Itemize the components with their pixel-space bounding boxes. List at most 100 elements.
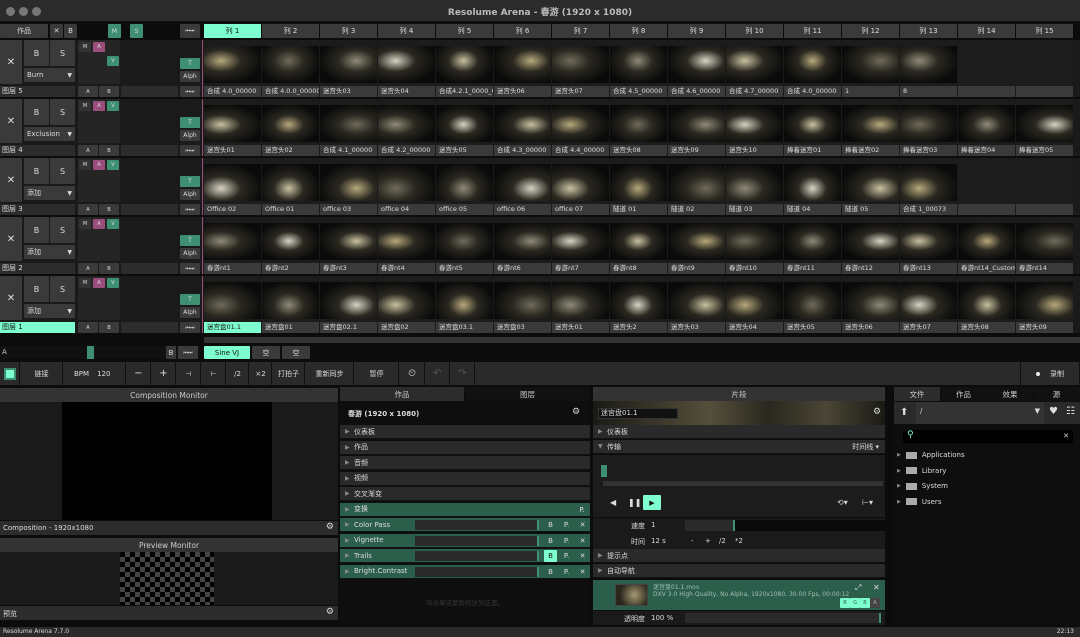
remove-effect-button[interactable]: ✕: [576, 550, 589, 562]
tap-button[interactable]: 打拍子: [273, 362, 305, 385]
layer-a-button[interactable]: A: [78, 145, 98, 156]
clip-slot[interactable]: 迷宫头01: [204, 99, 261, 156]
clip-slot[interactable]: 迷宫盘03.1: [436, 276, 493, 333]
layer-nav-button[interactable]: ⏮⏭: [180, 263, 200, 274]
mute-button[interactable]: M: [79, 219, 91, 229]
solo-layer-button[interactable]: S: [50, 40, 75, 66]
clip-slot[interactable]: [958, 40, 1015, 97]
audio-button[interactable]: A: [93, 42, 105, 52]
autopilot-section[interactable]: ▶ 自动导航: [593, 564, 885, 578]
effect-slider[interactable]: [415, 535, 539, 546]
layer-b-button[interactable]: B: [99, 86, 119, 97]
clip-slot[interactable]: 8: [900, 40, 957, 97]
half-bpm-button[interactable]: /2: [227, 362, 249, 385]
clip-slot[interactable]: 春游nt7: [552, 217, 609, 274]
bpm-minus-button[interactable]: −: [127, 362, 151, 385]
time-plus-button[interactable]: +: [705, 537, 711, 545]
alpha-button[interactable]: Alph: [180, 130, 200, 141]
heart-icon[interactable]: ♥: [1049, 406, 1058, 417]
channel-b-button[interactable]: B: [860, 598, 870, 608]
playhead[interactable]: [601, 465, 607, 477]
clip-slot[interactable]: office 07: [552, 158, 609, 215]
browser-tab[interactable]: 文件: [894, 387, 940, 401]
clip-slot[interactable]: 迷宫头03: [320, 40, 377, 97]
column-header[interactable]: 列 4: [378, 24, 435, 38]
clip-slot[interactable]: 迷宫盘02: [378, 276, 435, 333]
folder-item[interactable]: ▶ Applications: [897, 451, 965, 459]
bypass-effect-button[interactable]: B: [544, 550, 557, 562]
clip-slot[interactable]: 迷宫盘01.1: [204, 276, 261, 333]
column-header[interactable]: 列 15: [1016, 24, 1073, 38]
column-header[interactable]: 列 1: [204, 24, 261, 38]
bypass-effect-button[interactable]: B: [544, 519, 557, 531]
layer-b-button[interactable]: B: [99, 322, 119, 333]
metronome-icon[interactable]: ⏲: [400, 362, 425, 385]
clip-slot[interactable]: 迷宫头07: [900, 276, 957, 333]
audio-button[interactable]: A: [93, 219, 105, 229]
clip-slot[interactable]: 捧着迷宫05: [1016, 99, 1073, 156]
clip-slot[interactable]: 春游nt14: [1016, 217, 1073, 274]
layer-name[interactable]: 图层 1: [0, 322, 75, 333]
alpha-button[interactable]: Alph: [180, 307, 200, 318]
clip-slot[interactable]: 春游nt12: [842, 217, 899, 274]
column-header[interactable]: 列 9: [668, 24, 725, 38]
column-header[interactable]: 列 13: [900, 24, 957, 38]
clip-slot[interactable]: 合成 4.4_00000: [552, 99, 609, 156]
remove-effect-button[interactable]: ✕: [576, 535, 589, 547]
remove-effect-button[interactable]: ✕: [576, 519, 589, 531]
clip-slot[interactable]: 捧着迷宫01: [784, 99, 841, 156]
layer-opacity-bar[interactable]: [121, 263, 178, 274]
time-half-button[interactable]: /2: [719, 537, 726, 545]
nudge-left-button[interactable]: ⊣: [177, 362, 201, 385]
transition-button[interactable]: T: [180, 117, 200, 128]
mute-button[interactable]: M: [79, 160, 91, 170]
clip-slot[interactable]: 合成 4.5_00000: [610, 40, 667, 97]
layer-name[interactable]: 图层 3: [0, 204, 75, 215]
column-header[interactable]: 列 14: [958, 24, 1015, 38]
speed-value[interactable]: 1: [651, 521, 655, 529]
dashboard-section[interactable]: ▶ 仪表板: [593, 425, 885, 439]
layer-b-button[interactable]: B: [99, 204, 119, 215]
clear-layer-button[interactable]: ✕: [0, 40, 22, 84]
clip-slot[interactable]: 春游nt5: [436, 217, 493, 274]
section-2[interactable]: ▶ 音频: [340, 456, 590, 470]
layer-name[interactable]: 图层 4: [0, 145, 75, 156]
layer-b-button[interactable]: B: [99, 145, 119, 156]
link-button[interactable]: 链接: [21, 362, 63, 385]
layer-nav-button[interactable]: ⏮⏭: [180, 86, 200, 97]
opacity-value[interactable]: 100 %: [651, 614, 673, 622]
column-header[interactable]: 列 5: [436, 24, 493, 38]
column-header[interactable]: 列 2: [262, 24, 319, 38]
clip-slot[interactable]: 春游nt11: [784, 217, 841, 274]
clip-slot[interactable]: [1016, 40, 1073, 97]
clip-slot[interactable]: [1016, 158, 1073, 215]
clip-slot[interactable]: 迷宫盘02.1: [320, 276, 377, 333]
bpm-field[interactable]: BPM 120: [64, 362, 126, 385]
clip-slot[interactable]: 春游nt9: [668, 217, 725, 274]
clip-slot[interactable]: 迷宫头10: [726, 99, 783, 156]
clip-slot[interactable]: 春游nt3: [320, 217, 377, 274]
browser-tab[interactable]: 作品: [940, 387, 987, 401]
clip-slot[interactable]: 隧道 03: [726, 158, 783, 215]
end-mode-icon[interactable]: ⊢▾: [862, 498, 873, 507]
transport-section[interactable]: ▼ 传输 时间线 ▾: [593, 440, 885, 454]
clip-name-field[interactable]: 迷宫盘01.1: [598, 408, 678, 419]
layer-opacity-bar[interactable]: [121, 86, 178, 97]
column-header[interactable]: 列 6: [494, 24, 551, 38]
bypass-effect-button[interactable]: B: [544, 535, 557, 547]
mute-button[interactable]: M: [79, 278, 91, 288]
clip-slot[interactable]: 隧道 04: [784, 158, 841, 215]
clip-slot[interactable]: 迷宫头06: [494, 40, 551, 97]
clip-slot[interactable]: 合成 4.3_00000: [494, 99, 551, 156]
section-1[interactable]: ▶ 作品: [340, 440, 590, 455]
effect-slider[interactable]: [415, 566, 539, 577]
layer-nav-button[interactable]: ⏮⏭: [180, 204, 200, 215]
column-header[interactable]: 列 12: [842, 24, 899, 38]
layout-icon[interactable]: [0, 362, 20, 385]
bypass-all-button[interactable]: B: [64, 24, 77, 38]
gear-icon[interactable]: ⚙: [873, 407, 881, 417]
video-button[interactable]: V: [107, 219, 119, 229]
bypass-effect-button[interactable]: B: [544, 566, 557, 578]
clip-slot[interactable]: 迷宫头08: [610, 99, 667, 156]
clip-slot[interactable]: office 05: [436, 158, 493, 215]
